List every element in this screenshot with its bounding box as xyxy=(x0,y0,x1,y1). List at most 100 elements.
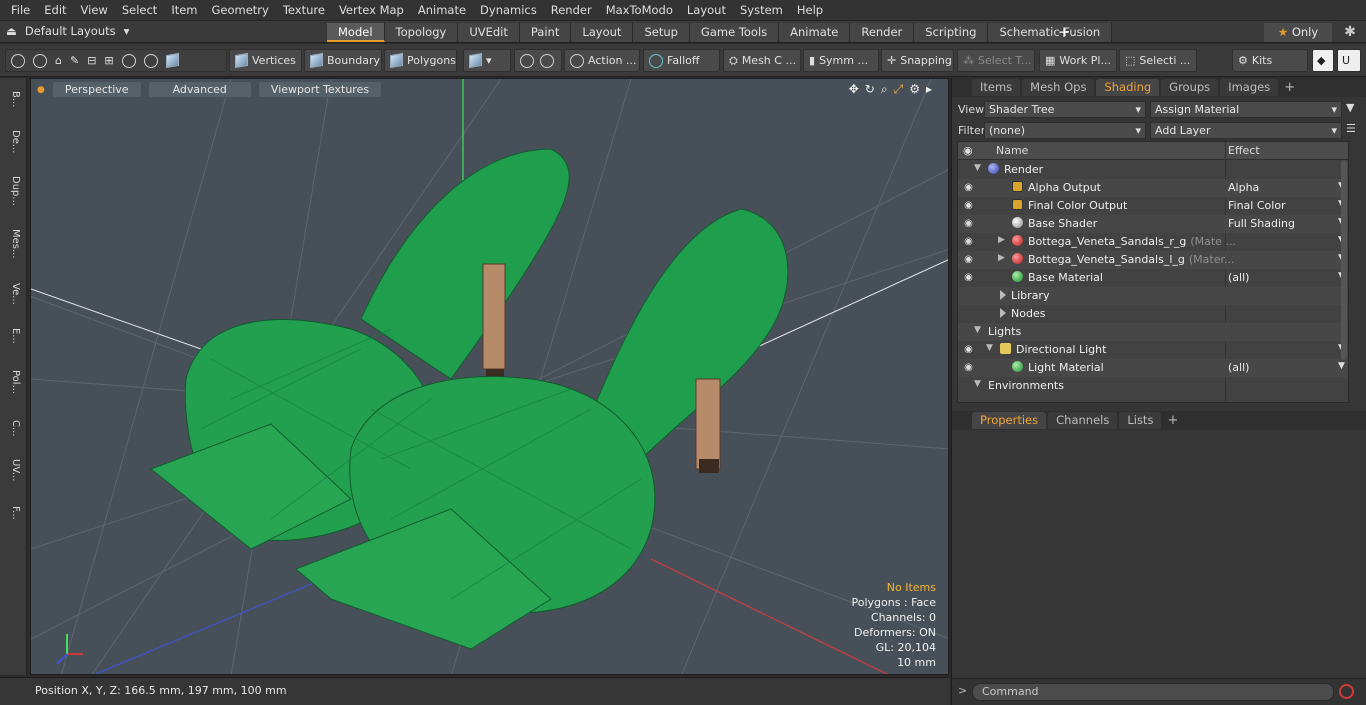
eye-icon[interactable]: ◉ xyxy=(962,236,975,247)
left-tab[interactable]: F... xyxy=(5,496,21,530)
tree-row[interactable]: ◉Alpha OutputAlpha▼ xyxy=(958,179,1348,197)
brush-icon[interactable]: ✎ xyxy=(70,54,79,67)
action-button[interactable]: Action ... xyxy=(564,49,640,72)
left-tab[interactable]: E... xyxy=(5,319,21,353)
left-tab[interactable]: Dup... xyxy=(5,167,21,215)
tree-row[interactable]: ◉▶Bottega_Veneta_Sandals_l_g(Mater...▼ xyxy=(958,251,1348,269)
tab-setup[interactable]: Setup xyxy=(633,23,690,42)
item-mode-icon[interactable] xyxy=(165,52,179,69)
menu-item[interactable]: Help xyxy=(790,0,830,21)
rotate-view-icon[interactable]: ↻ xyxy=(865,82,875,97)
name-column-header[interactable]: Name xyxy=(996,144,1028,157)
snap-toggles[interactable] xyxy=(514,49,562,72)
menu-item[interactable]: Geometry xyxy=(205,0,276,21)
record-icon[interactable] xyxy=(1339,684,1354,699)
fit-icon[interactable]: ⤢ xyxy=(894,82,904,97)
tree-row[interactable]: ◉Final Color OutputFinal Color▼ xyxy=(958,197,1348,215)
globe-icon[interactable] xyxy=(33,53,47,68)
select-through-button[interactable]: ⁂ Select T... xyxy=(957,49,1035,72)
menu-item[interactable]: System xyxy=(733,0,790,21)
view-dropdown[interactable]: Shader Tree xyxy=(984,100,1146,118)
viewport-textures-button[interactable]: Viewport Textures xyxy=(258,82,382,97)
expand-toggle-icon[interactable]: ▶ xyxy=(998,235,1005,245)
panel-tab-groups[interactable]: Groups xyxy=(1161,79,1219,96)
lasso-icon[interactable]: ⌂ xyxy=(55,54,62,67)
tree-row[interactable]: ◉Base Material(all)▼ xyxy=(958,269,1348,287)
menu-item[interactable]: File xyxy=(4,0,37,21)
tree-row[interactable]: ◉ Light Material (all) ▼ xyxy=(958,359,1348,377)
tab-uvedit[interactable]: UVEdit xyxy=(458,23,520,42)
eye-icon[interactable]: ◉ xyxy=(962,272,975,283)
tab-schematic-fusion[interactable]: Schematic Fusion xyxy=(988,23,1113,42)
panel-tab-channels[interactable]: Channels xyxy=(1048,412,1118,429)
menu-item[interactable]: Render xyxy=(544,0,599,21)
perspective-button[interactable]: Perspective xyxy=(52,82,141,97)
mesh-constraints-button[interactable]: ⛭ Mesh C ... xyxy=(723,49,801,72)
3d-viewport[interactable]: ● Perspective Advanced Viewport Textures… xyxy=(30,78,949,675)
add-layer-dropdown[interactable]: Add Layer xyxy=(1150,121,1342,139)
left-tab[interactable]: UV... xyxy=(5,450,21,491)
work-plane-button[interactable]: ▦ Work Pl... xyxy=(1039,49,1117,72)
eye-icon[interactable]: ◉ xyxy=(962,362,975,373)
kits-button[interactable]: ⚙ Kits xyxy=(1232,49,1308,72)
eye-icon[interactable]: ◉ xyxy=(962,182,975,193)
effect-column-header[interactable]: Effect xyxy=(1228,144,1260,157)
expand-toggle-icon[interactable]: ▼ xyxy=(986,343,993,353)
menu-item[interactable]: Layout xyxy=(680,0,733,21)
menu-item[interactable]: Vertex Map xyxy=(332,0,411,21)
left-tab[interactable]: De... xyxy=(5,121,21,162)
tree-row[interactable]: ▼ Environments xyxy=(958,377,1348,395)
tab-model[interactable]: Model xyxy=(327,23,385,42)
expand-toggle-icon[interactable]: ▼ xyxy=(974,325,981,335)
unity-icon[interactable]: ◆ xyxy=(1312,49,1334,72)
panel-tab-shading[interactable]: Shading xyxy=(1096,79,1160,96)
falloff-button[interactable]: Falloff xyxy=(643,49,720,72)
panel-tab-properties[interactable]: Properties xyxy=(972,412,1047,429)
tab-topology[interactable]: Topology xyxy=(384,23,459,42)
add-tab-button[interactable]: + xyxy=(1057,23,1071,41)
only-toggle[interactable]: ★ Only xyxy=(1264,23,1332,42)
add-tab-button[interactable]: + xyxy=(1167,413,1178,428)
tree-row[interactable]: ◉▶Bottega_Veneta_Sandals_r_g(Mate ...▼ xyxy=(958,233,1348,251)
tab-game-tools[interactable]: Game Tools xyxy=(689,23,780,42)
symmetry-button[interactable]: ▮ Symm ... xyxy=(803,49,879,72)
ring-icon[interactable] xyxy=(121,53,136,68)
left-tab[interactable]: C... xyxy=(5,411,21,445)
tree-row[interactable]: ▼ Lights xyxy=(958,323,1348,341)
eye-icon[interactable]: ◉ xyxy=(962,218,975,229)
assign-material-dropdown[interactable]: Assign Material xyxy=(1150,100,1342,118)
boundary-button[interactable]: Boundary xyxy=(304,49,382,72)
gear-icon[interactable]: ✱ xyxy=(1341,23,1359,41)
menu-item[interactable]: Dynamics xyxy=(473,0,544,21)
left-tab[interactable]: B... xyxy=(5,82,21,116)
add-tab-button[interactable]: + xyxy=(1284,80,1295,95)
options-icon[interactable]: ☰ xyxy=(1346,122,1356,135)
move-view-icon[interactable]: ✥ xyxy=(849,82,859,97)
settings-icon[interactable]: ⚙ xyxy=(909,82,920,97)
panel-tab-lists[interactable]: Lists xyxy=(1119,412,1162,429)
tree-scrollbar[interactable] xyxy=(1341,160,1347,360)
eye-icon[interactable]: ◉ xyxy=(962,344,975,355)
snapping-button[interactable]: ✛ Snapping xyxy=(881,49,954,72)
tree-row[interactable]: Library xyxy=(958,287,1348,305)
menu-item[interactable]: View xyxy=(74,0,115,21)
circle-select-icon[interactable] xyxy=(11,53,25,68)
menu-item[interactable]: Texture xyxy=(276,0,332,21)
menu-item[interactable]: Item xyxy=(164,0,204,21)
center-icon[interactable]: ⊞ xyxy=(104,54,113,67)
menu-item[interactable]: Animate xyxy=(411,0,473,21)
expand-toggle-icon[interactable]: ▼ xyxy=(974,379,981,389)
zoom-icon[interactable]: ⌕ xyxy=(881,82,888,97)
vertices-button[interactable]: Vertices xyxy=(229,49,302,72)
effect-dropdown-icon[interactable]: ▼ xyxy=(1338,361,1345,371)
expand-toggle-icon[interactable]: ▼ xyxy=(974,163,981,173)
left-tab[interactable]: Pol... xyxy=(5,358,21,406)
expand-toggle-icon[interactable]: ▶ xyxy=(998,253,1005,263)
element-icon[interactable]: ⊟ xyxy=(87,54,96,67)
panel-tab-images[interactable]: Images xyxy=(1220,79,1279,96)
tree-row[interactable]: ◉Base ShaderFull Shading▼ xyxy=(958,215,1348,233)
panel-tab-items[interactable]: Items xyxy=(972,79,1021,96)
panel-tab-mesh-ops[interactable]: Mesh Ops xyxy=(1022,79,1095,96)
pie-icon[interactable] xyxy=(143,53,158,68)
polygons-button[interactable]: Polygons xyxy=(384,49,457,72)
